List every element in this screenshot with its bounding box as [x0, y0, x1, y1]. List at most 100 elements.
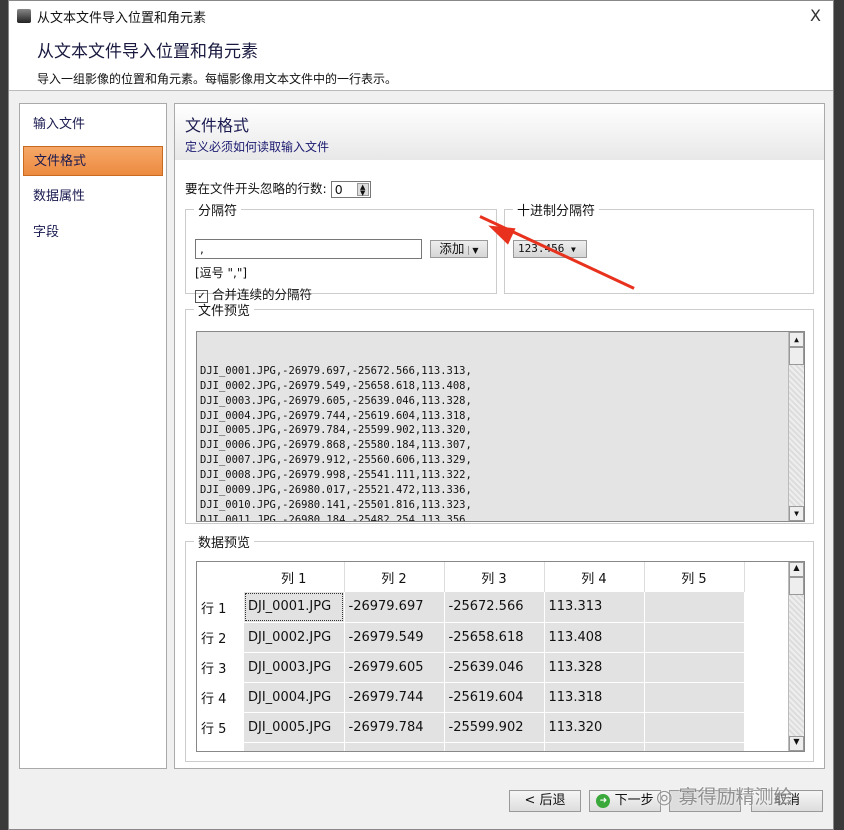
table-cell[interactable]: 113.328	[544, 652, 645, 683]
table-cell[interactable]: DJI_0004.JPG	[244, 682, 345, 713]
table-cell[interactable]: -26979.605	[344, 652, 445, 683]
row-header[interactable]: 行 4	[197, 682, 244, 712]
table-cell[interactable]	[644, 622, 745, 653]
file-preview-line: DJI_0004.JPG,-26979.744,-25619.604,113.3…	[200, 409, 472, 422]
table-cell[interactable]: DJI_0002.JPG	[244, 622, 345, 653]
scroll-thumb[interactable]	[789, 347, 804, 365]
file-preview-line: DJI_0005.JPG,-26979.784,-25599.902,113.3…	[200, 424, 472, 437]
table-cell[interactable]: -25619.604	[444, 682, 545, 713]
table-cell[interactable]: DJI_0001.JPG	[244, 592, 345, 623]
file-preview-line: DJI_0001.JPG,-26979.697,-25672.566,113.3…	[200, 364, 472, 377]
table-cell[interactable]: 113.408	[544, 622, 645, 653]
skip-lines-row: 要在文件开头忽略的行数: 0 ▲ ▼	[185, 178, 371, 198]
table-cell[interactable]	[644, 712, 745, 743]
column-header[interactable]: 列 1	[244, 562, 345, 592]
column-header[interactable]: 列 5	[644, 562, 745, 592]
row-header[interactable]: 行 2	[197, 622, 244, 652]
sidebar-item-input-file[interactable]: 输入文件	[23, 110, 163, 140]
data-preview-legend: 数据预览	[198, 536, 251, 551]
scroll-down-icon[interactable]: ▼	[789, 506, 804, 521]
table-cell[interactable]: 113.320	[544, 712, 645, 743]
delimiter-legend: 分隔符	[198, 204, 238, 219]
table-cell[interactable]: DJI_0003.JPG	[244, 652, 345, 683]
skip-lines-value: 0	[334, 182, 343, 197]
table-cell[interactable]: DJI_0005.JPG	[244, 712, 345, 743]
row-header[interactable]: 行 5	[197, 712, 244, 742]
file-preview-line: DJI_0011.JPG,-26980.184,-25482.254,113.3…	[200, 513, 472, 522]
row-header[interactable]: 行 6	[197, 742, 244, 751]
row-header[interactable]: 行 1	[197, 592, 244, 622]
table-row: 行 5 DJI_0005.JPG -26979.784 -25599.902 113.3…	[197, 712, 745, 743]
import-dialog: 从文本文件导入位置和角元素 X 从文本文件导入位置和角元素 导入一组影像的位置和…	[8, 0, 834, 830]
table-row: 行 4 DJI_0004.JPG -26979.744 -25619.604 113.3…	[197, 682, 745, 713]
chevron-down-icon[interactable]: ▼	[468, 246, 479, 255]
back-button[interactable]: < 后退	[509, 790, 581, 812]
table-row: 行 2 DJI_0002.JPG -26979.549 -25658.618 113.4…	[197, 622, 745, 653]
file-preview-line: DJI_0003.JPG,-26979.605,-25639.046,113.3…	[200, 394, 472, 407]
panel-header: 文件格式 定义必须如何读取输入文件	[175, 104, 824, 160]
table-cell[interactable]: -26979.868	[344, 742, 445, 751]
title-bar: 从文本文件导入位置和角元素 X	[9, 1, 833, 31]
scroll-up-icon[interactable]: ▲	[789, 562, 804, 577]
table-cell[interactable]	[644, 652, 745, 683]
table-cell[interactable]: -26979.784	[344, 712, 445, 743]
table-cell[interactable]: 113.318	[544, 682, 645, 713]
watermark-text: 寡得励精测绘	[678, 786, 793, 808]
spin-arrows-icon[interactable]: ▲ ▼	[356, 183, 369, 197]
file-preview-line: DJI_0006.JPG,-26979.868,-25580.184,113.3…	[200, 439, 472, 452]
file-preview-line: DJI_0002.JPG,-26979.549,-25658.618,113.4…	[200, 379, 472, 392]
table-cell[interactable]	[644, 682, 745, 713]
row-header[interactable]: 行 3	[197, 652, 244, 682]
chevron-down-icon[interactable]: ▼	[571, 245, 576, 254]
file-format-panel: 文件格式 定义必须如何读取输入文件 要在文件开头忽略的行数: 0 ▲ ▼ 分隔符 ,…	[174, 103, 825, 769]
table-cell[interactable]: -25639.046	[444, 652, 545, 683]
next-label: 下一步	[614, 793, 654, 808]
decimal-legend: 十进制分隔符	[517, 204, 596, 219]
file-preview-text[interactable]: DJI_0001.JPG,-26979.697,-25672.566,113.3…	[196, 331, 805, 522]
data-preview-group: 数据预览 列 1列 2列 3列 4列 5行 1 DJI_0001.JPG -2697…	[185, 532, 814, 762]
sidebar-item-file-format[interactable]: 文件格式	[23, 146, 163, 176]
table-cell[interactable]: -25580.184	[444, 742, 545, 751]
add-delimiter-button[interactable]: 添加 ▼	[430, 240, 488, 258]
panel-title: 文件格式	[185, 116, 250, 135]
scroll-down-icon[interactable]: ▼	[789, 736, 804, 751]
wizard-sidebar: 输入文件 文件格式 数据属性 字段	[19, 103, 167, 769]
table-cell[interactable]: -26979.697	[344, 592, 445, 623]
vertical-scrollbar[interactable]: ▲ ▼	[788, 562, 804, 751]
file-preview-line: DJI_0009.JPG,-26980.017,-25521.472,113.3…	[200, 484, 472, 497]
delimiter-input[interactable]: ,	[195, 239, 422, 259]
close-button[interactable]: X	[810, 6, 821, 25]
column-header[interactable]: 列 2	[344, 562, 445, 592]
sidebar-item-fields[interactable]: 字段	[23, 218, 163, 248]
vertical-scrollbar[interactable]: ▲ ▼	[788, 332, 804, 521]
data-preview-grid[interactable]: 列 1列 2列 3列 4列 5行 1 DJI_0001.JPG -26979.697…	[196, 561, 805, 752]
file-preview-group: 文件预览 DJI_0001.JPG,-26979.697,-25672.566,…	[185, 300, 814, 524]
window-title: 从文本文件导入位置和角元素	[37, 10, 207, 26]
next-button[interactable]: ➜ 下一步	[589, 790, 661, 812]
table-cell[interactable]	[644, 742, 745, 751]
table-cell[interactable]: 113.307	[544, 742, 645, 751]
table-cell[interactable]: -26979.549	[344, 622, 445, 653]
dialog-header: 从文本文件导入位置和角元素 导入一组影像的位置和角元素。每幅影像用文本文件中的一…	[9, 31, 833, 91]
table-row: 行 1 DJI_0001.JPG -26979.697 -25672.566 113.3…	[197, 592, 745, 623]
scroll-up-icon[interactable]: ▲	[789, 332, 804, 347]
next-arrow-icon: ➜	[596, 793, 611, 808]
table-cell[interactable]: -25658.618	[444, 622, 545, 653]
file-preview-line: DJI_0007.JPG,-26979.912,-25560.606,113.3…	[200, 454, 472, 467]
table-row: 行 6DJI_0006.JPG-26979.868-25580.184113.3…	[197, 742, 745, 751]
delimiter-group: 分隔符 , 添加 ▼ [逗号 ","] ✓ 合并连续的分隔符	[185, 200, 497, 303]
table-cell[interactable]: -25672.566	[444, 592, 545, 623]
column-header[interactable]: 列 4	[544, 562, 645, 592]
table-cell[interactable]: -26979.744	[344, 682, 445, 713]
column-header[interactable]: 列 3	[444, 562, 545, 592]
table-cell[interactable]: -25599.902	[444, 712, 545, 743]
table-cell[interactable]	[644, 592, 745, 623]
table-cell[interactable]: 113.313	[544, 592, 645, 623]
app-icon	[17, 9, 31, 23]
skip-lines-stepper[interactable]: 0 ▲ ▼	[330, 181, 371, 198]
sidebar-item-data-properties[interactable]: 数据属性	[23, 182, 163, 212]
table-cell[interactable]: DJI_0006.JPG	[244, 742, 345, 751]
skip-lines-label: 要在文件开头忽略的行数:	[185, 181, 327, 196]
file-preview-line: DJI_0008.JPG,-26979.998,-25541.111,113.3…	[200, 469, 472, 482]
scroll-thumb[interactable]	[789, 577, 804, 595]
